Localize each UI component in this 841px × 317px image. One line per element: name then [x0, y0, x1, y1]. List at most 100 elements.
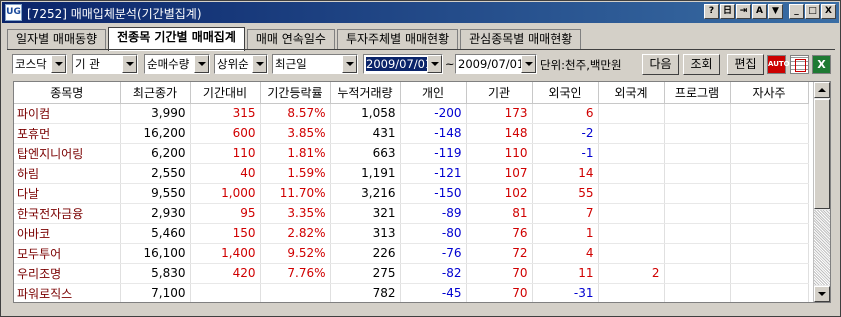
chevron-down-icon[interactable]: [252, 55, 267, 73]
col-header-program[interactable]: 프로그램: [664, 82, 731, 104]
date-to-field[interactable]: 2009/07/01: [455, 54, 537, 74]
title-bar[interactable]: UG [7252] 매매입체분석(기간별집계) ? 日 ⇥ A ▼ _ □ X: [2, 2, 839, 23]
col-header-rate[interactable]: 기간등락률: [260, 82, 331, 104]
table-row[interactable]: 아바코 5,460 150 2.82% 313 -80 76 1: [14, 223, 809, 244]
vertical-scrollbar[interactable]: [813, 82, 830, 302]
col-header-change[interactable]: 기간대비: [190, 82, 261, 104]
table-row[interactable]: 탑엔지니어링 6,200 110 1.81% 663 -119 110 -1: [14, 143, 809, 164]
scroll-thumb[interactable]: [814, 99, 830, 209]
grid-settings-icon[interactable]: [790, 55, 809, 74]
cell-foreign: 7: [532, 203, 599, 224]
unit-label: 단위:천주,백만원: [540, 58, 622, 72]
col-header-volume[interactable]: 누적거래량: [330, 82, 401, 104]
chevron-down-icon[interactable]: [427, 55, 442, 73]
chevron-down-icon[interactable]: [194, 55, 209, 73]
cell-foreign: 11: [532, 263, 599, 284]
col-header-institution[interactable]: 기관: [466, 82, 533, 104]
table-row[interactable]: 파이컴 3,990 315 8.57% 1,058 -200 173 6: [14, 103, 809, 124]
period-select[interactable]: 최근일: [272, 54, 358, 74]
cell-foreign: -1: [532, 143, 599, 164]
cell-foreign: -2: [532, 123, 599, 144]
auto-icon[interactable]: AUTO: [767, 55, 790, 74]
table-row[interactable]: 모두투어 16,100 1,400 9.52% 226 -76 72 4: [14, 243, 809, 264]
cell-rate: 7.76%: [260, 263, 331, 284]
dropdown-button[interactable]: ▼: [768, 4, 783, 19]
data-grid[interactable]: 종목명 최근종가 기간대비 기간등락률 누적거래량 개인 기관 외국인 외국계 …: [13, 81, 831, 303]
table-row[interactable]: 한국전자금융 2,930 95 3.35% 321 -89 81 7: [14, 203, 809, 224]
tab-investor-trading[interactable]: 투자주체별 매매현황: [336, 29, 459, 50]
date-from-field[interactable]: 2009/07/01: [363, 54, 443, 74]
cell-foreign: -31: [532, 283, 599, 302]
trading-table: 종목명 최근종가 기간대비 기간등락률 누적거래량 개인 기관 외국인 외국계 …: [14, 82, 809, 302]
cell-close: 5,460: [120, 223, 191, 244]
cell-volume: 226: [330, 243, 401, 264]
rank-select[interactable]: 상위순: [214, 54, 268, 74]
minimize-button[interactable]: _: [789, 4, 804, 19]
cell-close: 16,100: [120, 243, 191, 264]
investor-value: 기 관: [75, 57, 100, 71]
tab-all-stocks-period[interactable]: 전종목 기간별 매매집계: [108, 27, 245, 51]
cell-foreign-firm: [598, 183, 665, 204]
table-row[interactable]: 다날 9,550 1,000 11.70% 3,216 -150 102 55: [14, 183, 809, 204]
maximize-button[interactable]: □: [805, 4, 820, 19]
col-header-treasury[interactable]: 자사주: [730, 82, 809, 104]
scroll-up-icon[interactable]: [814, 82, 830, 98]
sort-select[interactable]: 순매수량: [144, 54, 210, 74]
query-button[interactable]: 조회: [683, 54, 720, 75]
scroll-down-icon[interactable]: [814, 286, 830, 302]
next-button[interactable]: 다음: [642, 54, 679, 75]
chevron-down-icon[interactable]: [342, 55, 357, 73]
title-buttons: ? 日 ⇥ A ▼ _ □ X: [704, 4, 836, 19]
cell-change: 1,400: [190, 243, 261, 264]
close-button[interactable]: X: [821, 4, 836, 19]
sort-value: 순매수량: [147, 57, 190, 71]
tab-watchlist-trading[interactable]: 관심종목별 매매현황: [460, 29, 582, 50]
cell-treasury: [730, 183, 809, 204]
cell-treasury: [730, 203, 809, 224]
calendar-button[interactable]: 日: [720, 4, 735, 19]
chevron-down-icon[interactable]: [122, 55, 137, 73]
table-row[interactable]: 파워로직스 7,100 782 -45 70 -31: [14, 283, 809, 302]
cell-individual: -89: [400, 203, 467, 224]
cell-program: [664, 283, 731, 302]
cell-individual: -82: [400, 263, 467, 284]
col-header-close[interactable]: 최근종가: [120, 82, 191, 104]
cell-close: 5,830: [120, 263, 191, 284]
tab-daily-trading[interactable]: 일자별 매매동향: [7, 29, 107, 50]
col-header-foreign-firm[interactable]: 외국계: [598, 82, 665, 104]
scroll-track[interactable]: [814, 210, 830, 285]
cell-name: 하림: [14, 163, 121, 184]
cell-change: 600: [190, 123, 261, 144]
cell-institution: 110: [466, 143, 533, 164]
cell-name: 우리조명: [14, 263, 121, 284]
cell-program: [664, 223, 731, 244]
cell-individual: -148: [400, 123, 467, 144]
table-row[interactable]: 포휴먼 16,200 600 3.85% 431 -148 148 -2: [14, 123, 809, 144]
cell-program: [664, 203, 731, 224]
col-header-individual[interactable]: 개인: [400, 82, 467, 104]
table-row[interactable]: 하림 2,550 40 1.59% 1,191 -121 107 14: [14, 163, 809, 184]
main-window: UG [7252] 매매입체분석(기간별집계) ? 日 ⇥ A ▼ _ □ X …: [0, 0, 841, 317]
cell-rate: 11.70%: [260, 183, 331, 204]
edit-button[interactable]: 편집: [727, 54, 764, 75]
cell-institution: 173: [466, 103, 533, 124]
cell-foreign-firm: [598, 163, 665, 184]
table-row[interactable]: 우리조명 5,830 420 7.76% 275 -82 70 11 2: [14, 263, 809, 284]
cell-treasury: [730, 283, 809, 302]
help-button[interactable]: ?: [704, 4, 719, 19]
market-select[interactable]: 코스닥: [12, 54, 67, 74]
link-button[interactable]: ⇥: [736, 4, 751, 19]
chevron-down-icon[interactable]: [521, 55, 536, 73]
col-header-name[interactable]: 종목명: [14, 82, 121, 104]
font-button[interactable]: A: [752, 4, 767, 19]
investor-select[interactable]: 기 관: [72, 54, 138, 74]
excel-export-icon[interactable]: X: [812, 55, 831, 74]
cell-rate: 9.52%: [260, 243, 331, 264]
cell-foreign: 4: [532, 243, 599, 264]
cell-foreign: 6: [532, 103, 599, 124]
table-header: 종목명 최근종가 기간대비 기간등락률 누적거래량 개인 기관 외국인 외국계 …: [14, 82, 809, 104]
chevron-down-icon[interactable]: [51, 55, 66, 73]
cell-institution: 148: [466, 123, 533, 144]
col-header-foreign[interactable]: 외국인: [532, 82, 599, 104]
tab-consecutive-days[interactable]: 매매 연속일수: [246, 29, 335, 50]
